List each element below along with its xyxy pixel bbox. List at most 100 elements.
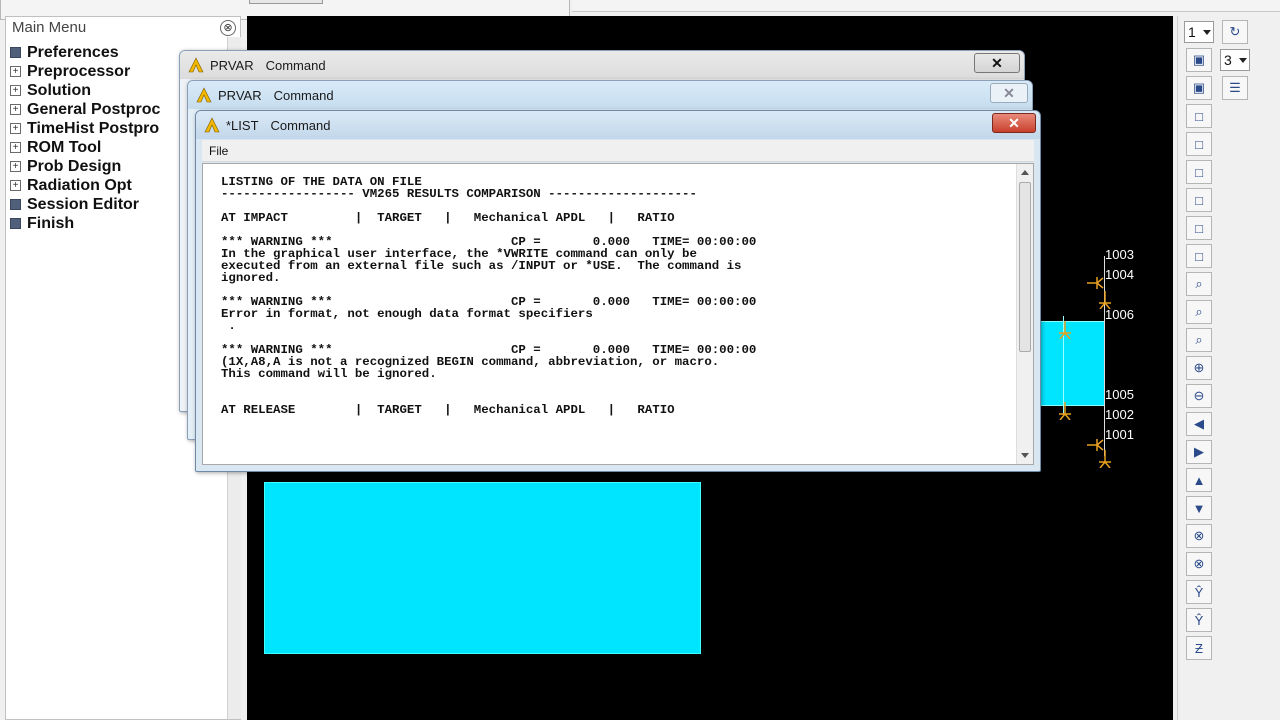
window-title: *LIST [226,117,259,133]
menu-item-radiation-opt[interactable]: + Radiation Opt [10,176,160,195]
front-view-icon[interactable]: □ [1186,104,1212,128]
window-titlebar[interactable]: *LIST Command ✕ [196,111,1040,139]
menu-item-label: Solution [27,81,91,99]
menu-leaf-icon[interactable] [10,218,21,229]
dynamic-mode-icon[interactable]: ☰ [1222,76,1248,100]
node-label: 1003 [1105,247,1134,262]
constraint-symbol-icon [1087,277,1104,289]
window-number-value: 1 [1188,24,1196,40]
window-titlebar[interactable]: PRVAR Command ✕ [180,51,1024,79]
rotate-x-minus-icon[interactable]: ⊗ [1186,552,1212,576]
window-title: PRVAR [210,57,254,73]
element-plot-large [264,482,701,654]
pan-left-icon[interactable]: ◀ [1186,412,1212,436]
menu-item-label: Session Editor [27,195,140,213]
window-number-select[interactable]: 1 [1184,21,1214,43]
expand-plus-icon[interactable]: + [10,161,21,172]
ansys-logo-icon [188,57,204,73]
zoom-out-icon[interactable]: ⊖ [1186,384,1212,408]
menu-item-preprocessor[interactable]: + Preprocessor [10,62,160,81]
main-menu-tree: Preferences + Preprocessor + Solution + Genera… [10,43,160,233]
pan-zoom-rotate-toolbar: 1 3 ↻ ▣ ▣ □ □ □ □ □ □ ⌕ ⌕ ⌕ ⊕ ⊖ ◀ ▶ ▲ ▼ ⊗ ⊗ Ŷ Ŷ Ƶ ☰ [1177,16,1280,720]
expand-plus-icon[interactable]: + [10,123,21,134]
menu-item-solution[interactable]: + Solution [10,81,160,100]
expand-plus-icon[interactable]: + [10,180,21,191]
expand-plus-icon[interactable]: + [10,104,21,115]
rotate-z-plus-icon[interactable]: Ƶ [1186,636,1212,660]
node-label: 1002 [1105,407,1134,422]
menu-item-label: Finish [27,214,75,232]
scroll-up-icon[interactable] [1021,170,1029,175]
constraint-symbol-icon [1059,402,1071,420]
node-label: 1001 [1105,427,1134,442]
scroll-down-icon[interactable] [1021,453,1029,458]
listing-line [221,380,756,392]
node-label: 1006 [1105,307,1134,322]
menu-file[interactable]: File [209,144,228,158]
listing-line: AT IMPACT | TARGET | Mechanical APDL | R… [221,211,675,225]
zoom-in-icon[interactable]: ⊕ [1186,356,1212,380]
win-zoom-icon[interactable]: ⌕ [1186,328,1212,352]
menu-item-session-editor[interactable]: Session Editor [10,195,160,214]
close-icon[interactable]: ✕ [992,113,1036,133]
bottom-view-icon[interactable]: □ [1186,188,1212,212]
left-view-icon[interactable]: □ [1186,216,1212,240]
menu-item-general-postproc[interactable]: + General Postproc [10,100,160,119]
expand-plus-icon[interactable]: + [10,85,21,96]
close-icon[interactable]: ✕ [974,53,1020,73]
ansys-logo-icon [196,87,212,103]
constraint-symbol-icon [1099,291,1111,309]
pan-down-icon[interactable]: ▼ [1186,496,1212,520]
rotate-y-plus-icon[interactable]: Ŷ [1186,580,1212,604]
menu-item-prob-design[interactable]: + Prob Design [10,157,160,176]
view-number-value: 3 [1224,52,1232,68]
expand-plus-icon[interactable]: + [10,142,21,153]
menu-item-timehist-postpro[interactable]: + TimeHist Postpro [10,119,160,138]
listing-text-area[interactable]: LISTING OF THE DATA ON FILE -------------… [202,163,1034,465]
main-menu-title: Main Menu [12,19,87,36]
menu-item-finish[interactable]: Finish [10,214,160,233]
node-label: 1005 [1105,387,1134,402]
ansys-logo-icon [204,117,220,133]
zoom-icon[interactable]: ⌕ [1186,272,1212,296]
constraint-symbol-icon [1059,321,1071,339]
pan-up-icon[interactable]: ▲ [1186,468,1212,492]
window-titlebar[interactable]: PRVAR Command ✕ [188,81,1032,109]
constraint-symbol-icon [1099,450,1111,468]
pan-right-icon[interactable]: ▶ [1186,440,1212,464]
listing-scrollbar[interactable] [1016,164,1033,464]
toolbar-button-fragment[interactable] [249,0,323,4]
top-toolbar-fragment [572,0,1280,12]
node-label: 1004 [1105,267,1134,282]
back-view-icon[interactable]: □ [1186,132,1212,156]
menu-item-preferences[interactable]: Preferences [10,43,160,62]
menu-item-label: General Postproc [27,100,161,118]
listing-content: LISTING OF THE DATA ON FILE -------------… [221,176,756,416]
reset-view-icon[interactable]: ↻ [1222,20,1248,44]
window-subtitle: Command [273,87,334,103]
top-view-icon[interactable]: □ [1186,160,1212,184]
box-zoom-icon[interactable]: ⌕ [1186,300,1212,324]
right-view-icon[interactable]: □ [1186,244,1212,268]
menu-item-label: Prob Design [27,157,122,175]
menu-leaf-icon[interactable] [10,47,21,58]
window-subtitle: Command [270,117,331,133]
menu-item-label: TimeHist Postpro [27,119,160,137]
listing-line: AT RELEASE | TARGET | Mechanical APDL | … [221,403,675,417]
menu-item-label: ROM Tool [27,138,102,156]
window-title: PRVAR [218,87,262,103]
view-number-select[interactable]: 3 [1220,49,1250,71]
menu-item-rom-tool[interactable]: + ROM Tool [10,138,160,157]
list-command-window[interactable]: *LIST Command ✕ File LISTING OF THE DATA… [195,110,1041,472]
oblique-view-icon[interactable]: ▣ [1186,76,1212,100]
menu-leaf-icon[interactable] [10,199,21,210]
ansys-workspace: Main Menu ⊗ Preferences + Preprocessor + Sol… [0,0,1280,720]
rotate-y-minus-icon[interactable]: Ŷ [1186,608,1212,632]
iso-view-icon[interactable]: ▣ [1186,48,1212,72]
rotate-x-plus-icon[interactable]: ⊗ [1186,524,1212,548]
window-menubar: File [202,140,1034,162]
close-icon[interactable]: ✕ [990,83,1028,103]
scroll-thumb[interactable] [1019,182,1031,352]
collapse-icon[interactable]: ⊗ [220,20,236,36]
expand-plus-icon[interactable]: + [10,66,21,77]
